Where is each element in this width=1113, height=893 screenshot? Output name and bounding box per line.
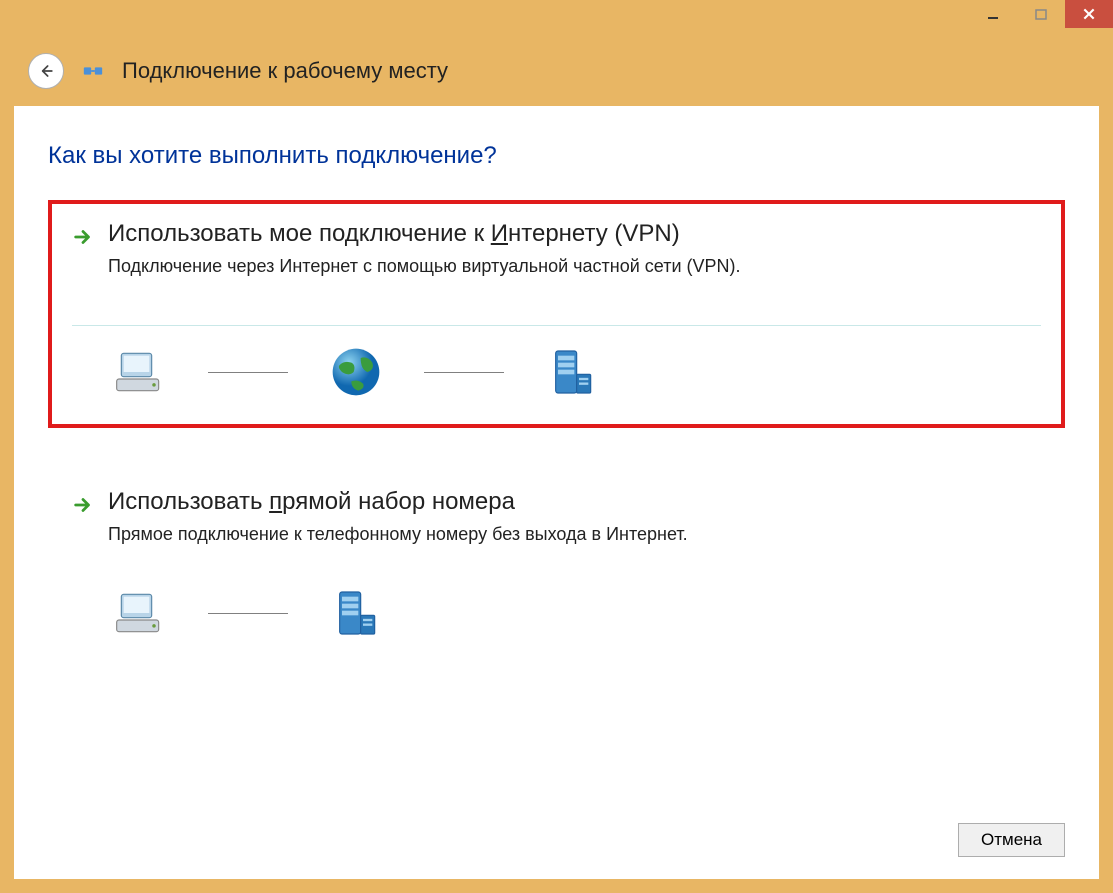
option-dial-desc: Прямое подключение к телефонному номеру … bbox=[108, 524, 1041, 545]
dial-diagram bbox=[72, 585, 1041, 641]
option-vpn[interactable]: Использовать мое подключение к Интернету… bbox=[48, 200, 1065, 428]
computer-icon bbox=[112, 344, 168, 400]
wizard-title: Подключение к рабочему месту bbox=[122, 58, 448, 84]
server-icon bbox=[328, 585, 384, 641]
back-button[interactable] bbox=[28, 53, 64, 89]
back-arrow-icon bbox=[36, 61, 56, 81]
minimize-button[interactable] bbox=[969, 0, 1017, 28]
close-button[interactable] bbox=[1065, 0, 1113, 28]
option-dial-text: Использовать прямой набор номера Прямое … bbox=[108, 488, 1041, 545]
maximize-button[interactable] bbox=[1017, 0, 1065, 28]
option-vpn-title: Использовать мое подключение к Интернету… bbox=[108, 220, 1041, 248]
option-vpn-header: Использовать мое подключение к Интернету… bbox=[72, 220, 1041, 277]
option-dial-header: Использовать прямой набор номера Прямое … bbox=[72, 488, 1041, 545]
workplace-connection-icon bbox=[82, 60, 104, 82]
wizard-header: Подключение к рабочему месту bbox=[0, 36, 1113, 106]
option-dial[interactable]: Использовать прямой набор номера Прямое … bbox=[48, 468, 1065, 669]
connection-line bbox=[208, 372, 288, 373]
wizard-content: Как вы хотите выполнить подключение? Исп… bbox=[14, 106, 1099, 879]
server-icon bbox=[544, 344, 600, 400]
option-dial-title: Использовать прямой набор номера bbox=[108, 488, 1041, 516]
option-vpn-text: Использовать мое подключение к Интернету… bbox=[108, 220, 1041, 277]
globe-icon bbox=[328, 344, 384, 400]
wizard-footer: Отмена bbox=[958, 823, 1065, 857]
vpn-diagram bbox=[72, 344, 1041, 400]
maximize-icon bbox=[1035, 8, 1047, 20]
option-vpn-desc: Подключение через Интернет с помощью вир… bbox=[108, 256, 1041, 277]
cancel-button[interactable]: Отмена bbox=[958, 823, 1065, 857]
arrow-right-icon bbox=[72, 226, 94, 248]
wizard-question: Как вы хотите выполнить подключение? bbox=[48, 142, 1065, 170]
connection-line bbox=[424, 372, 504, 373]
connection-line bbox=[208, 613, 288, 614]
arrow-right-icon bbox=[72, 494, 94, 516]
close-icon bbox=[1082, 7, 1096, 21]
minimize-icon bbox=[987, 8, 999, 20]
computer-icon bbox=[112, 585, 168, 641]
titlebar bbox=[0, 0, 1113, 36]
diagram-separator bbox=[72, 325, 1041, 326]
